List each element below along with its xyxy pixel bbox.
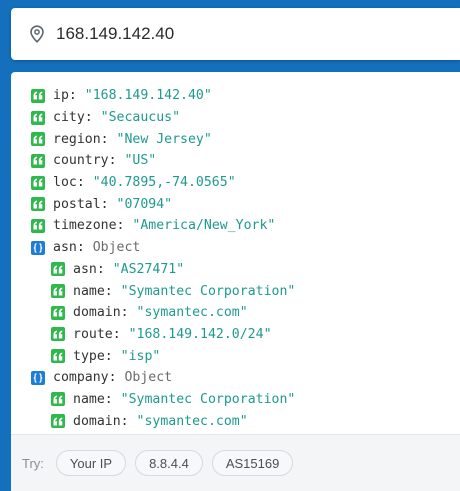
json-row: region: "New Jersey" xyxy=(11,128,460,150)
json-row: name: "Symantec Corporation" xyxy=(11,280,460,302)
json-colon: : xyxy=(108,153,125,169)
json-key: domain xyxy=(73,305,121,321)
json-value: "07094" xyxy=(116,196,173,212)
json-value: "Symantec Corporation" xyxy=(120,391,296,407)
json-colon: : xyxy=(104,348,121,364)
json-value: Object xyxy=(92,240,141,256)
json-row: name: "Symantec Corporation" xyxy=(11,389,460,411)
json-colon: : xyxy=(120,305,137,321)
quote-icon xyxy=(31,153,45,168)
json-colon: : xyxy=(84,110,101,126)
quote-icon xyxy=(51,327,65,342)
json-row: route: "168.149.142.0/24" xyxy=(11,324,460,346)
json-value: "AS27471" xyxy=(112,261,185,277)
json-key: loc xyxy=(53,175,77,191)
quote-icon xyxy=(51,349,65,364)
json-row: domain: "symantec.com" xyxy=(11,302,460,324)
json-key: name xyxy=(73,283,105,299)
json-colon: : xyxy=(104,391,121,407)
json-row: asn: "AS27471" xyxy=(11,259,460,281)
quote-icon xyxy=(31,132,45,147)
json-row[interactable]: company: Object xyxy=(11,367,460,389)
quote-icon xyxy=(51,305,65,320)
quote-icon xyxy=(51,392,65,407)
json-key: country xyxy=(53,153,109,169)
json-key: name xyxy=(73,391,105,407)
quote-icon xyxy=(31,197,45,212)
json-key: city xyxy=(53,110,85,126)
json-row: country: "US" xyxy=(11,150,460,172)
json-row: loc: "40.7895,-74.0565" xyxy=(11,172,460,194)
json-value: Object xyxy=(124,370,173,386)
json-value: "168.149.142.40" xyxy=(84,88,212,104)
json-row: domain: "symantec.com" xyxy=(11,410,460,432)
try-label: Try: xyxy=(22,455,44,471)
json-key: route xyxy=(73,326,113,342)
search-bar[interactable] xyxy=(11,8,460,60)
json-value: "US" xyxy=(124,153,157,169)
json-value: "New Jersey" xyxy=(116,131,212,147)
json-tree: ip: "168.149.142.40" city: "Secaucus" regi… xyxy=(11,72,460,435)
result-panel: ip: "168.149.142.40" city: "Secaucus" regi… xyxy=(11,72,460,491)
quote-icon xyxy=(51,262,65,277)
json-key: ip xyxy=(53,88,69,104)
json-row: postal: "07094" xyxy=(11,193,460,215)
try-bar: Try: Your IP 8.8.4.4 AS15169 xyxy=(11,434,460,491)
map-pin-icon xyxy=(28,25,46,43)
json-key: postal xyxy=(53,196,101,212)
quote-icon xyxy=(31,88,45,103)
json-row: city: "Secaucus" xyxy=(11,107,460,129)
json-colon: : xyxy=(76,175,93,191)
quote-icon xyxy=(51,284,65,299)
json-value: "Secaucus" xyxy=(100,110,181,126)
quote-icon xyxy=(31,175,45,190)
json-value: "America/New_York" xyxy=(132,218,276,234)
try-chip-your-ip[interactable]: Your IP xyxy=(55,450,127,476)
json-colon: : xyxy=(116,218,133,234)
json-colon: : xyxy=(100,196,117,212)
braces-icon xyxy=(31,370,45,385)
json-colon: : xyxy=(104,283,121,299)
json-colon: : xyxy=(112,326,129,342)
json-colon: : xyxy=(108,370,125,386)
json-key: domain xyxy=(73,413,121,429)
json-value: "symantec.com" xyxy=(136,413,248,429)
json-row[interactable]: asn: Object xyxy=(11,237,460,259)
search-input[interactable] xyxy=(56,24,436,44)
json-key: type xyxy=(73,348,105,364)
quote-icon xyxy=(31,218,45,233)
json-value: "Symantec Corporation" xyxy=(120,283,296,299)
json-row: timezone: "America/New_York" xyxy=(11,215,460,237)
json-key: asn xyxy=(73,261,97,277)
json-key: region xyxy=(53,131,101,147)
try-chip-8-8-4-4[interactable]: 8.8.4.4 xyxy=(135,450,203,476)
json-colon: : xyxy=(120,413,137,429)
quote-icon xyxy=(31,110,45,125)
json-value: "40.7895,-74.0565" xyxy=(92,175,236,191)
json-row: type: "isp" xyxy=(11,345,460,367)
json-key: company xyxy=(53,370,109,386)
json-value: "168.149.142.0/24" xyxy=(128,326,272,342)
json-colon: : xyxy=(100,131,117,147)
json-value: "symantec.com" xyxy=(136,305,248,321)
json-key: timezone xyxy=(53,218,117,234)
quote-icon xyxy=(51,414,65,429)
json-colon: : xyxy=(68,88,85,104)
json-colon: : xyxy=(76,240,93,256)
json-colon: : xyxy=(96,261,113,277)
json-row: ip: "168.149.142.40" xyxy=(11,85,460,107)
braces-icon xyxy=(31,240,45,255)
try-chip-as15169[interactable]: AS15169 xyxy=(211,450,294,476)
json-value: "isp" xyxy=(120,348,161,364)
json-key: asn xyxy=(53,240,77,256)
